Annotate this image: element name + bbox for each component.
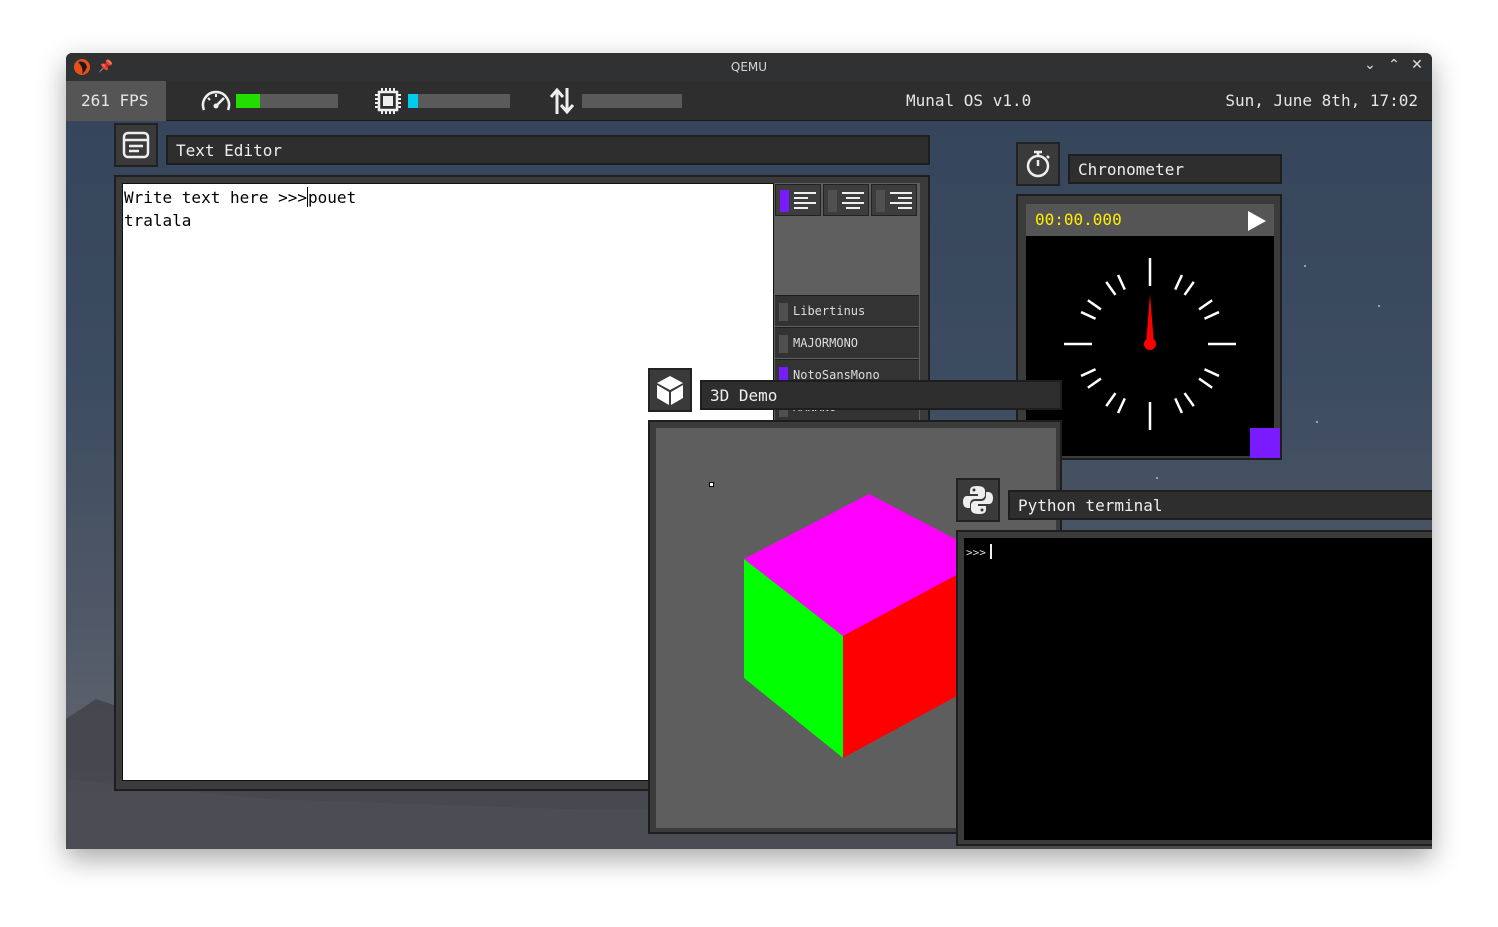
dial-tick — [1183, 281, 1195, 296]
cpu-chip-icon — [375, 88, 401, 114]
dial-tick — [1116, 274, 1126, 291]
cpu-meter-fill — [408, 94, 419, 108]
python-terminal-screen[interactable]: >>> — [964, 538, 1432, 840]
align-left-icon — [794, 192, 816, 209]
speedometer-icon — [201, 90, 231, 111]
python-logo-icon — [963, 486, 993, 514]
terminal-prompt: >>> — [966, 546, 986, 559]
clock-dial-svg — [1064, 258, 1236, 430]
transfer-arrows-icon — [549, 87, 575, 115]
speed-meter-bar — [236, 94, 338, 108]
python-terminal-window: >>> — [956, 530, 1432, 846]
dial-tick — [1087, 377, 1102, 389]
3d-demo-app-icon[interactable] — [648, 368, 692, 412]
play-icon[interactable] — [1244, 209, 1268, 233]
dial-tick — [1203, 310, 1220, 320]
chronometer-time: 00:00.000 — [1026, 204, 1274, 236]
text-line-2: tralala — [124, 211, 192, 230]
fps-counter: 261 FPS — [66, 81, 166, 121]
text-editor-app-icon[interactable] — [114, 123, 158, 167]
network-meter-bar — [582, 94, 682, 108]
minimize-chevron-icon[interactable]: ⌄ — [1361, 57, 1379, 73]
align-right-icon — [890, 192, 912, 209]
document-icon — [122, 131, 150, 159]
dial-tick — [1087, 299, 1102, 311]
align-center-button[interactable] — [823, 184, 869, 216]
dial-tick — [1116, 397, 1126, 414]
os-desktop: 261 FPS Munal OS v1.0 Sun, June 8th, 17:… — [66, 81, 1432, 849]
mouse-pointer — [709, 482, 714, 487]
date-time: Sun, June 8th, 17:02 — [1225, 91, 1418, 110]
dial-tick — [1198, 299, 1213, 311]
window-title: QEMU — [730, 60, 768, 74]
align-right-button[interactable] — [871, 184, 917, 216]
resize-handle[interactable] — [1250, 428, 1280, 458]
dial-tick — [1080, 310, 1097, 320]
text-line-1-before-cursor: Write text here >>> — [124, 188, 308, 207]
dial-tick — [1198, 377, 1213, 389]
dial-tick — [1080, 368, 1097, 378]
os-name: Munal OS v1.0 — [906, 91, 1032, 110]
dial-tick — [1174, 397, 1184, 414]
cpu-meter-bar — [408, 94, 510, 108]
clock-hand-hub — [1144, 338, 1156, 350]
stopwatch-icon — [1026, 150, 1050, 178]
dial-tick — [1105, 392, 1117, 407]
align-center-icon — [842, 192, 864, 209]
elapsed-time: 00:00.000 — [1035, 210, 1122, 229]
chronometer-title-bar[interactable]: Chronometer — [1068, 154, 1282, 184]
font-option-majormono[interactable]: MAJORMONO — [775, 327, 919, 358]
chronometer-app-icon[interactable] — [1016, 142, 1060, 186]
clock-hand — [1146, 294, 1154, 344]
terminal-cursor — [989, 544, 992, 559]
cube-icon — [657, 376, 683, 405]
python-terminal-title-bar[interactable]: Python terminal — [1008, 490, 1432, 520]
dial-tick — [1105, 281, 1117, 296]
chronometer-dial — [1026, 236, 1274, 456]
align-left-button[interactable] — [775, 184, 821, 216]
os-top-bar: 261 FPS Munal OS v1.0 Sun, June 8th, 17:… — [66, 81, 1432, 121]
3d-demo-title-bar[interactable]: 3D Demo — [700, 380, 1062, 410]
dial-tick — [1183, 392, 1195, 407]
window-titlebar[interactable]: 📌 QEMU ⌄ ⌃ ✕ — [66, 53, 1432, 81]
close-icon[interactable]: ✕ — [1408, 57, 1426, 73]
python-app-icon[interactable] — [956, 478, 1000, 522]
dial-tick — [1174, 274, 1184, 291]
dial-tick — [1203, 368, 1220, 378]
speed-meter-fill — [236, 94, 261, 108]
text-editor-title-bar[interactable]: Text Editor — [166, 135, 930, 165]
maximize-chevron-icon[interactable]: ⌃ — [1385, 57, 1403, 73]
qemu-window: 📌 QEMU ⌄ ⌃ ✕ 261 FPS Munal OS v1.0 Sun, … — [66, 53, 1432, 849]
text-line-1-after-cursor: pouet — [308, 188, 357, 207]
font-option-libertinus[interactable]: Libertinus — [775, 295, 919, 326]
